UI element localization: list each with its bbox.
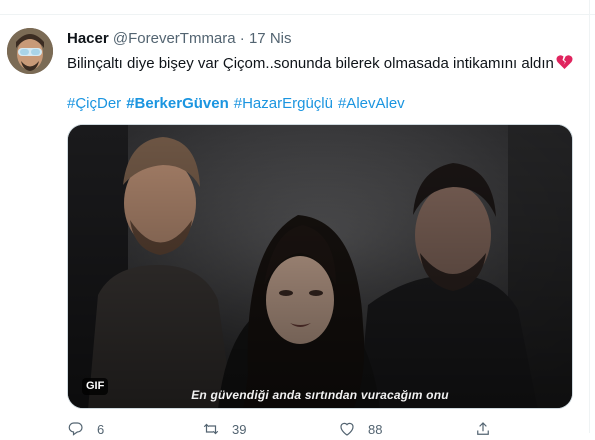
tweet-text: Bilinçaltı diye bişey var Çiçom..sonunda… (67, 54, 573, 76)
gif-frame-image (68, 125, 572, 408)
retweet-count: 39 (232, 421, 247, 437)
gif-subtitle: En güvendiği anda sırtından vuracağım on… (191, 388, 449, 402)
reply-button[interactable]: 6 (67, 420, 104, 438)
hashtag-link[interactable]: #HazarErgüçlü (234, 95, 333, 112)
avatar-image (7, 28, 53, 74)
previous-tweet-divider (0, 0, 595, 15)
reply-icon (68, 422, 83, 436)
hashtag-link[interactable]: #ÇiçDer (67, 95, 121, 112)
author-name[interactable]: Hacer (67, 30, 109, 47)
tweet-date[interactable]: 17 Nis (249, 30, 292, 47)
like-count: 88 (368, 421, 383, 437)
avatar[interactable] (7, 28, 53, 74)
separator: · (239, 30, 245, 47)
tweet-actions: 6 39 88 (67, 420, 537, 440)
heart-icon (340, 422, 354, 436)
retweet-button[interactable]: 39 (202, 420, 246, 438)
like-button[interactable]: 88 (338, 420, 382, 438)
share-icon (477, 422, 489, 435)
tweet-text-body: Bilinçaltı diye bişey var Çiçom..sonunda… (67, 55, 554, 72)
hashtag-link[interactable]: #AlevAlev (338, 95, 405, 112)
reply-count: 6 (97, 421, 105, 437)
hashtag-list: #ÇiçDer #BerkerGüven #HazarErgüçlü #AlevAle… (67, 94, 410, 114)
hashtag-link[interactable]: #BerkerGüven (126, 95, 229, 112)
timeline-border (589, 0, 590, 433)
author-handle[interactable]: @ForeverTmmara (113, 30, 236, 47)
tweet-header: Hacer @ForeverTmmara · 17 Nis (67, 30, 292, 48)
gif-media[interactable]: GIF En güvendiği anda sırtından vuracağı… (67, 124, 573, 409)
broken-heart-icon (556, 54, 573, 76)
share-button[interactable] (474, 420, 492, 438)
retweet-icon (203, 423, 219, 435)
